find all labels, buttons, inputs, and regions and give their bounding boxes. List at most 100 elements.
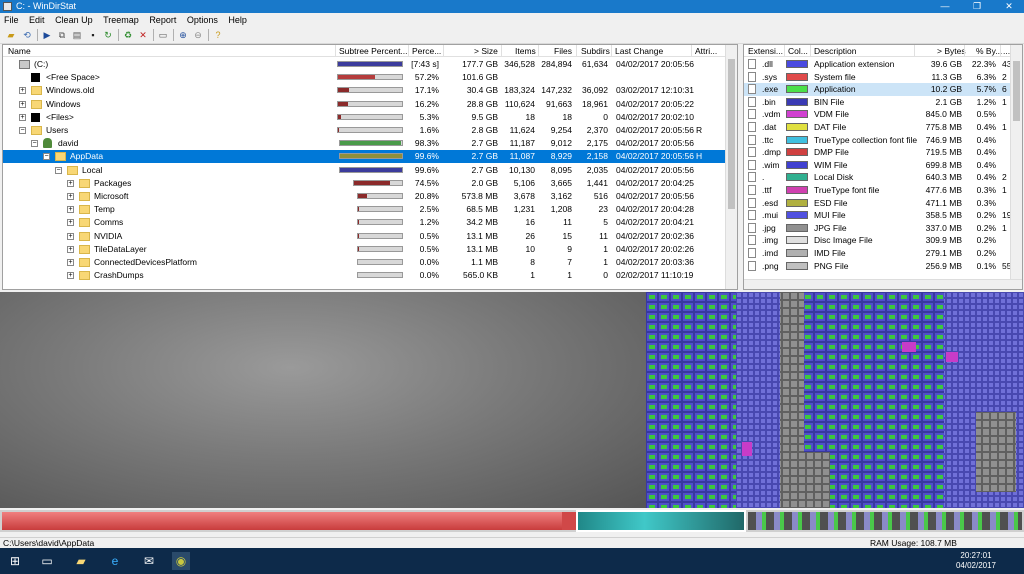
menu-edit[interactable]: Edit: [25, 13, 49, 27]
col-attributes[interactable]: Attri...: [695, 46, 717, 56]
tree-row[interactable]: (C:) [7:43 s] 177.7 GB 346,528 284,894 61,634…: [3, 58, 725, 71]
tree-row[interactable]: − Local 99.6% 2.7 GB 10,130 8,095 2,035 04/02/2…: [3, 164, 725, 177]
expand-toggle-icon[interactable]: +: [67, 193, 74, 200]
extension-row[interactable]: .dat DAT File 775.8 MB 0.4% 1: [744, 121, 1012, 134]
treemap-bottom-strip[interactable]: [0, 510, 1024, 532]
col-subtree[interactable]: Subtree Percent...: [339, 46, 408, 56]
col-size[interactable]: > Size: [474, 46, 498, 56]
file-explorer-icon[interactable]: ▰: [72, 552, 90, 570]
extension-row[interactable]: . Local Disk 640.3 MB 0.4% 2: [744, 171, 1012, 184]
col-percent-bytes[interactable]: % By...: [976, 46, 1002, 56]
col-bytes[interactable]: > Bytes: [937, 46, 966, 56]
edge-icon[interactable]: e: [106, 552, 124, 570]
extension-row[interactable]: .sys System file 11.3 GB 6.3% 2: [744, 71, 1012, 84]
tree-vertical-scrollbar[interactable]: [725, 45, 737, 289]
expand-toggle-icon[interactable]: −: [31, 140, 38, 148]
col-items[interactable]: Items: [515, 46, 536, 56]
expand-toggle-icon[interactable]: −: [43, 153, 50, 161]
extension-row[interactable]: .imd IMD File 279.1 MB 0.2%: [744, 247, 1012, 260]
tree-row[interactable]: − AppData 99.6% 2.7 GB 11,087 8,929 2,158 04/02…: [3, 150, 725, 164]
expand-toggle-icon[interactable]: +: [67, 245, 74, 253]
extension-row[interactable]: .dmp DMP File 719.5 MB 0.4%: [744, 146, 1012, 159]
col-color[interactable]: Col...: [788, 46, 808, 56]
col-percent[interactable]: Perce...: [412, 46, 441, 56]
menu-file[interactable]: File: [0, 13, 23, 27]
col-files[interactable]: Files: [554, 46, 572, 56]
extension-row[interactable]: .img Disc Image File 309.9 MB 0.2%: [744, 234, 1012, 247]
extension-row[interactable]: .png PNG File 256.9 MB 0.1% 55: [744, 260, 1012, 273]
rescan-icon[interactable]: ⟲: [21, 29, 33, 41]
properties-icon[interactable]: ▭: [157, 29, 169, 41]
menu-options[interactable]: Options: [183, 13, 222, 27]
help-icon[interactable]: ?: [212, 29, 224, 41]
open-icon[interactable]: ▰: [5, 29, 17, 41]
expand-toggle-icon[interactable]: +: [67, 219, 74, 227]
menu-report[interactable]: Report: [145, 13, 180, 27]
expand-toggle-icon[interactable]: +: [67, 206, 74, 214]
close-button[interactable]: ✕: [994, 0, 1024, 13]
expand-toggle-icon[interactable]: +: [67, 232, 74, 240]
menu-help[interactable]: Help: [224, 13, 251, 27]
expand-toggle-icon[interactable]: +: [67, 179, 74, 187]
col-extension[interactable]: Extensi...: [748, 46, 783, 56]
minimize-button[interactable]: —: [930, 0, 960, 13]
zoom-out-icon[interactable]: ⊖: [192, 29, 204, 41]
extension-row[interactable]: .esd ESD File 471.1 MB 0.3%: [744, 197, 1012, 210]
ext-horizontal-scrollbar[interactable]: [744, 279, 1022, 289]
tree-row[interactable]: + Comms 1.2% 34.2 MB 16 11 5 04/02/2017 20:04:2…: [3, 216, 725, 229]
tree-row[interactable]: + TileDataLayer 0.5% 13.1 MB 10 9 1 04/02/2017 …: [3, 243, 725, 256]
extension-row[interactable]: .exe Application 10.2 GB 5.7% 6: [744, 83, 1012, 96]
directory-tree[interactable]: Name Subtree Percent... Perce... > Size …: [2, 44, 738, 290]
tree-row[interactable]: + Windows 16.2% 28.8 GB 110,624 91,663 18,961 0…: [3, 98, 725, 111]
extension-row[interactable]: .bin BIN File 2.1 GB 1.2% 1: [744, 96, 1012, 109]
tree-row[interactable]: <Free Space> 57.2% 101.6 GB: [3, 71, 725, 84]
tree-row[interactable]: − Users 1.6% 2.8 GB 11,624 9,254 2,370 04/02/20…: [3, 124, 725, 137]
tree-row[interactable]: + Temp 2.5% 68.5 MB 1,231 1,208 23 04/02/2017 2…: [3, 203, 725, 216]
recycle-icon[interactable]: ♻: [122, 29, 134, 41]
menu-clean-up[interactable]: Clean Up: [51, 13, 97, 27]
mail-icon[interactable]: ✉: [140, 552, 158, 570]
extension-list[interactable]: Extensi... Col... Description > Bytes % …: [743, 44, 1023, 290]
tree-row[interactable]: + Packages 74.5% 2.0 GB 5,106 3,665 1,441 04/02…: [3, 177, 725, 190]
tree-row[interactable]: − david 98.3% 2.7 GB 11,187 9,012 2,175 04/02/2…: [3, 137, 725, 150]
expand-toggle-icon[interactable]: −: [55, 166, 62, 174]
expand-toggle-icon[interactable]: +: [67, 259, 74, 266]
extension-row[interactable]: .mui MUI File 358.5 MB 0.2% 19: [744, 209, 1012, 222]
system-clock[interactable]: 20:27:01 04/02/2017: [956, 551, 996, 571]
extension-row[interactable]: .ttf TrueType font file 477.6 MB 0.3% 1: [744, 184, 1012, 197]
col-last-change[interactable]: Last Change: [615, 46, 663, 56]
tree-row[interactable]: + Windows.old 17.1% 30.4 GB 183,324 147,232 36…: [3, 84, 725, 97]
col-subdirs[interactable]: Subdirs: [581, 46, 610, 56]
col-description[interactable]: Description: [814, 46, 857, 56]
copy-icon[interactable]: ⧉: [56, 29, 68, 41]
extension-row[interactable]: .ttc TrueType collection font file 746.9 M…: [744, 134, 1012, 147]
extension-row[interactable]: .dll Application extension 39.6 GB 22.3% 43: [744, 58, 1012, 71]
extension-row[interactable]: .wim WIM File 699.8 MB 0.4%: [744, 159, 1012, 172]
col-name[interactable]: Name: [8, 46, 31, 56]
treemap-free-space[interactable]: [0, 292, 646, 508]
extension-row[interactable]: .vdm VDM File 845.0 MB 0.5%: [744, 108, 1012, 121]
expand-toggle-icon[interactable]: +: [19, 100, 26, 108]
tree-row[interactable]: + CrashDumps 0.0% 565.0 KB 1 1 0 02/02/2017 11:…: [3, 269, 725, 282]
refresh-icon[interactable]: ↻: [102, 29, 114, 41]
terminal-icon[interactable]: ▪: [87, 29, 99, 41]
start-icon[interactable]: ⊞: [6, 552, 24, 570]
tree-row[interactable]: + <Files> 5.3% 9.5 GB 18 18 0 04/02/2017 20:02:…: [3, 111, 725, 124]
play-icon[interactable]: ▶: [41, 29, 53, 41]
menu-treemap[interactable]: Treemap: [99, 13, 143, 27]
maximize-button[interactable]: ❐: [962, 0, 992, 13]
extension-row[interactable]: .jpg JPG File 337.0 MB 0.2% 1: [744, 222, 1012, 235]
expand-toggle-icon[interactable]: −: [19, 127, 26, 134]
tree-row[interactable]: + ConnectedDevicesPlatform 0.0% 1.1 MB 8 7 1 04…: [3, 256, 725, 269]
treemap-view[interactable]: [0, 292, 1024, 532]
tree-row[interactable]: + Microsoft 20.8% 573.8 MB 3,678 3,162 516 04/0…: [3, 190, 725, 203]
expand-toggle-icon[interactable]: +: [19, 87, 26, 95]
treemap-tiles[interactable]: [646, 292, 1024, 508]
treemap-selection[interactable]: [576, 510, 746, 532]
ext-vertical-scrollbar[interactable]: [1010, 45, 1022, 289]
task-view-icon[interactable]: ▭: [38, 552, 56, 570]
delete-icon[interactable]: ✕: [137, 29, 149, 41]
windirstat-task-icon[interactable]: ◉: [172, 552, 190, 570]
expand-toggle-icon[interactable]: +: [67, 272, 74, 280]
zoom-in-icon[interactable]: ⊕: [177, 29, 189, 41]
